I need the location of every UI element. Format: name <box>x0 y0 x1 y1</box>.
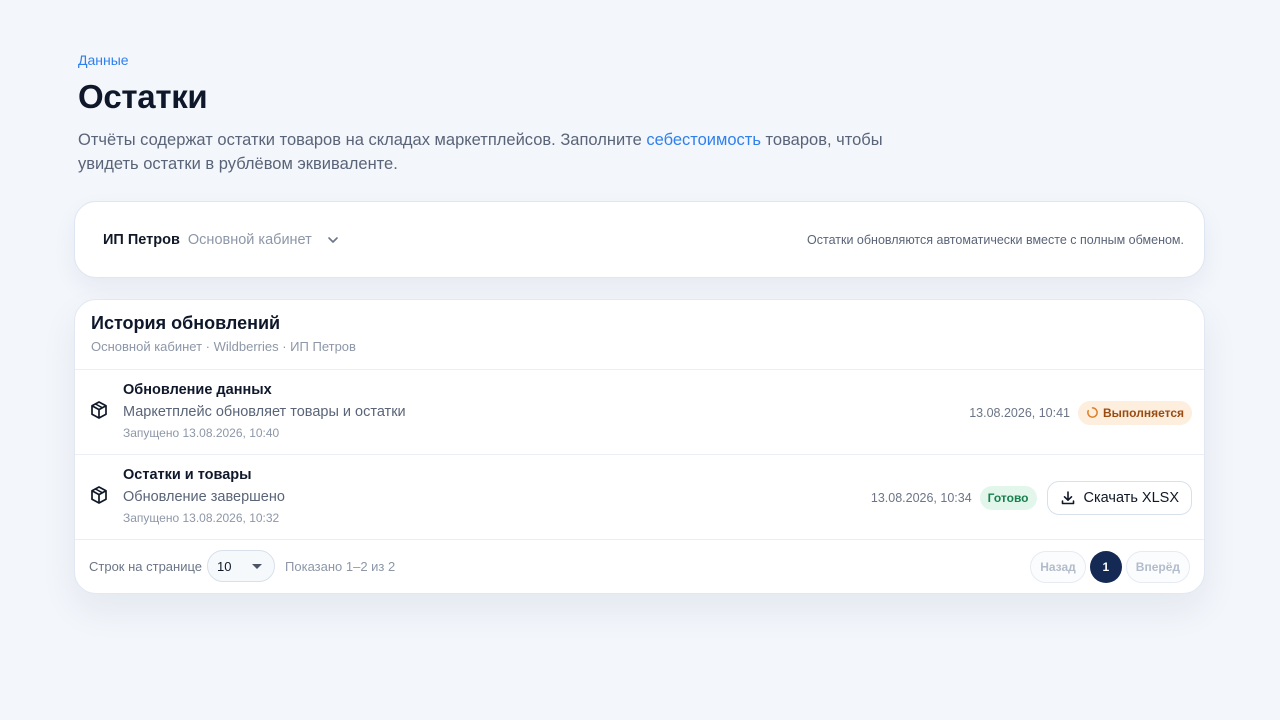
history-row: Остатки и товары Обновление завершено За… <box>75 455 1204 540</box>
account-cabinet: Основной кабинет <box>187 231 312 248</box>
download-icon <box>1061 490 1074 504</box>
spinner-icon <box>1087 407 1098 418</box>
shown-count: Показано 1–2 из 2 <box>285 558 396 574</box>
row-started: Запущено 13.08.2026, 10:32 <box>123 511 280 525</box>
history-header: История обновлений Основной кабинет · Wi… <box>75 300 1204 370</box>
next-page-button[interactable]: Вперёд <box>1125 551 1190 583</box>
rows-per-page-value: 10 <box>217 558 232 574</box>
table-footer: Строк на странице 10 Показано 1–2 из 2 Н… <box>75 540 1204 592</box>
row-title: Остатки и товары <box>123 467 252 483</box>
row-description: Обновление завершено <box>123 489 285 505</box>
status-label: Выполняется <box>1103 405 1184 420</box>
caret-down-icon <box>252 563 263 569</box>
breadcrumb[interactable]: Данные <box>78 52 129 68</box>
row-title: Обновление данных <box>123 382 272 398</box>
history-row: Обновление данных Маркетплейс обновляет … <box>75 370 1204 455</box>
history-subtitle: Основной кабинет · Wildberries · ИП Петр… <box>91 339 356 354</box>
rows-per-page-select[interactable]: 10 <box>207 550 276 582</box>
history-title: История обновлений <box>91 313 281 333</box>
chevron-down-icon <box>327 236 338 243</box>
download-xlsx-button[interactable]: Скачать XLSX <box>1046 480 1192 515</box>
box-icon <box>91 486 107 504</box>
auto-update-note: Остатки обновляются автоматически вместе… <box>807 232 1184 247</box>
prev-page-button[interactable]: Назад <box>1030 551 1086 583</box>
page-title: Остатки <box>78 78 208 115</box>
row-time: 13.08.2026, 10:34 <box>870 490 972 505</box>
pagination: Назад 1 Вперёд <box>1030 551 1190 583</box>
row-time: 13.08.2026, 10:41 <box>969 405 1071 420</box>
intro-text-before: Отчёты содержат остатки товаров на склад… <box>78 131 647 149</box>
page-description: Отчёты содержат остатки товаров на склад… <box>78 128 898 176</box>
cost-link[interactable]: себестоимость <box>646 131 761 149</box>
row-meta: 13.08.2026, 10:41 Выполняется <box>969 370 1192 455</box>
download-label: Скачать XLSX <box>1083 489 1179 506</box>
account-card: ИП Петров Основной кабинет Остатки обнов… <box>74 201 1205 278</box>
row-started: Запущено 13.08.2026, 10:40 <box>123 426 280 440</box>
rows-per-page-label: Строк на странице <box>89 558 203 574</box>
account-name: ИП Петров <box>103 231 180 248</box>
page-1-button[interactable]: 1 <box>1089 551 1122 583</box>
status-badge: Выполняется <box>1078 400 1192 425</box>
row-texts: Обновление данных Маркетплейс обновляет … <box>123 382 406 440</box>
row-description: Маркетплейс обновляет товары и остатки <box>123 404 406 420</box>
row-texts: Остатки и товары Обновление завершено За… <box>123 467 285 525</box>
history-card: История обновлений Основной кабинет · Wi… <box>74 299 1205 594</box>
status-badge: Готово <box>979 485 1037 510</box>
box-icon <box>91 401 107 419</box>
row-meta: 13.08.2026, 10:34 Готово Скачать XLSX <box>871 455 1192 540</box>
account-selector[interactable]: ИП Петров Основной кабинет <box>103 231 342 249</box>
page: Данные Остатки Отчёты содержат остатки т… <box>74 52 1206 594</box>
